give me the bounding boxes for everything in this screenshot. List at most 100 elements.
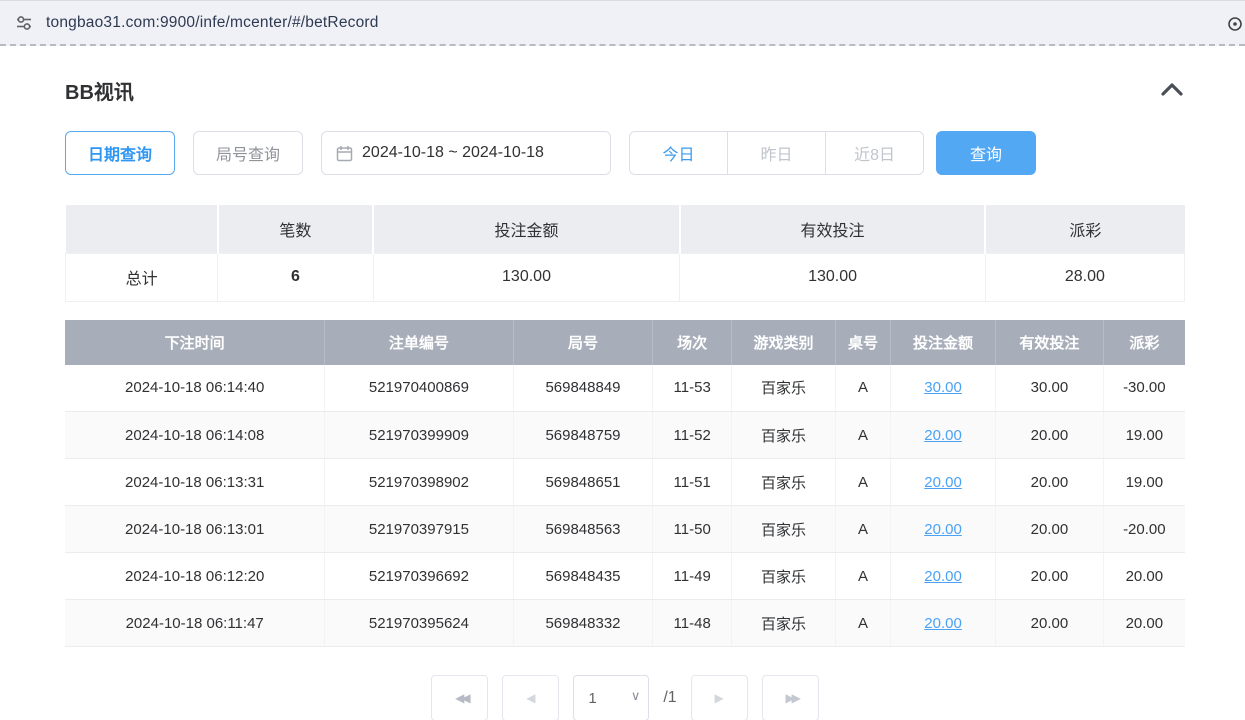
table-row: 2024-10-18 06:13:31 521970398902 5698486… — [65, 459, 1185, 506]
summary-header-count: 笔数 — [218, 205, 374, 253]
cell-payout: -20.00 — [1103, 506, 1185, 553]
col-header-valid-bet: 有效投注 — [996, 320, 1104, 365]
cell-table-no: A — [836, 412, 891, 459]
site-settings-icon[interactable] — [14, 13, 34, 33]
round-query-tab[interactable]: 局号查询 — [193, 131, 303, 175]
calendar-icon — [336, 145, 353, 162]
yesterday-button[interactable]: 昨日 — [727, 131, 826, 175]
date-query-tab[interactable]: 日期查询 — [65, 131, 175, 175]
last-page-button[interactable]: ▶▶ — [762, 675, 819, 720]
total-pages-label: /1 — [663, 689, 676, 707]
cell-game-type: 百家乐 — [731, 506, 835, 553]
page-select[interactable]: 1 — [573, 675, 649, 720]
table-row: 2024-10-18 06:12:20 521970396692 5698484… — [65, 553, 1185, 600]
right-arrow-icon: ▶ — [715, 691, 724, 705]
summary-header-payout: 派彩 — [985, 205, 1184, 253]
cell-session: 11-49 — [653, 553, 731, 600]
collapse-panel-button[interactable] — [1159, 80, 1185, 101]
search-button[interactable]: 查询 — [936, 131, 1036, 175]
bet-amount-link[interactable]: 20.00 — [924, 615, 962, 632]
col-header-bet-time: 下注时间 — [65, 320, 325, 365]
cell-round-no: 569848435 — [513, 553, 653, 600]
cell-round-no: 569848759 — [513, 412, 653, 459]
bet-amount-link[interactable]: 20.00 — [924, 474, 962, 491]
table-row: 2024-10-18 06:13:01 521970397915 5698485… — [65, 506, 1185, 553]
cell-round-no: 569848332 — [513, 600, 653, 647]
pagination: ◀◀ ◀ 1 ∨ /1 ▶ ▶▶ — [65, 675, 1185, 720]
cell-session: 11-53 — [653, 365, 731, 412]
cell-round-no: 569848849 — [513, 365, 653, 412]
bet-amount-link[interactable]: 20.00 — [924, 521, 962, 538]
cell-valid-bet: 30.00 — [996, 365, 1104, 412]
cell-session: 11-51 — [653, 459, 731, 506]
cell-payout: -30.00 — [1103, 365, 1185, 412]
double-right-arrow-icon: ▶▶ — [785, 691, 797, 705]
cell-bet-time: 2024-10-18 06:11:47 — [65, 600, 325, 647]
table-row: 2024-10-18 06:14:40 521970400869 5698488… — [65, 365, 1185, 412]
summary-header-valid-bet: 有效投注 — [680, 205, 985, 253]
cell-order-no: 521970398902 — [325, 459, 513, 506]
cell-session: 11-48 — [653, 600, 731, 647]
filter-bar: 日期查询 局号查询 2024-10-18 ~ 2024-10-18 今日 昨日 … — [65, 131, 1185, 175]
cell-order-no: 521970400869 — [325, 365, 513, 412]
cell-order-no: 521970399909 — [325, 412, 513, 459]
summary-bet-amount: 130.00 — [373, 253, 680, 301]
cell-order-no: 521970396692 — [325, 553, 513, 600]
col-header-payout: 派彩 — [1103, 320, 1185, 365]
cell-game-type: 百家乐 — [731, 459, 835, 506]
bet-record-panel: BB视讯 日期查询 局号查询 2024-10-18 ~ 2024-10-18 今… — [0, 76, 1245, 720]
cell-game-type: 百家乐 — [731, 553, 835, 600]
today-button[interactable]: 今日 — [629, 131, 728, 175]
cell-session: 11-50 — [653, 506, 731, 553]
cell-valid-bet: 20.00 — [996, 412, 1104, 459]
cell-bet-time: 2024-10-18 06:13:31 — [65, 459, 325, 506]
cell-order-no: 521970395624 — [325, 600, 513, 647]
cell-table-no: A — [836, 506, 891, 553]
cell-valid-bet: 20.00 — [996, 506, 1104, 553]
cell-bet-time: 2024-10-18 06:14:08 — [65, 412, 325, 459]
date-range-input[interactable]: 2024-10-18 ~ 2024-10-18 — [321, 131, 611, 175]
cell-bet-time: 2024-10-18 06:14:40 — [65, 365, 325, 412]
cell-round-no: 569848563 — [513, 506, 653, 553]
bet-amount-link[interactable]: 20.00 — [924, 568, 962, 585]
cell-table-no: A — [836, 459, 891, 506]
summary-header-bet-amount: 投注金额 — [373, 205, 680, 253]
cell-payout: 19.00 — [1103, 412, 1185, 459]
summary-row: 总计 6 130.00 130.00 28.00 — [66, 253, 1185, 301]
browser-address-bar: tongbao31.com:9900/infe/mcenter/#/betRec… — [0, 0, 1245, 46]
summary-total-label: 总计 — [66, 253, 218, 301]
cell-table-no: A — [836, 553, 891, 600]
summary-count: 6 — [218, 253, 374, 301]
col-header-session: 场次 — [653, 320, 731, 365]
table-row: 2024-10-18 06:11:47 521970395624 5698483… — [65, 600, 1185, 647]
cell-table-no: A — [836, 600, 891, 647]
url-text[interactable]: tongbao31.com:9900/infe/mcenter/#/betRec… — [46, 14, 379, 32]
chevron-up-icon — [1161, 82, 1183, 96]
col-header-game-type: 游戏类别 — [731, 320, 835, 365]
bet-amount-link[interactable]: 30.00 — [924, 379, 962, 396]
cell-table-no: A — [836, 365, 891, 412]
cell-payout: 20.00 — [1103, 553, 1185, 600]
bet-records-table: 下注时间 注单编号 局号 场次 游戏类别 桌号 投注金额 有效投注 派彩 202… — [65, 320, 1185, 648]
next-page-button[interactable]: ▶ — [691, 675, 748, 720]
bet-amount-link[interactable]: 20.00 — [924, 427, 962, 444]
cell-game-type: 百家乐 — [731, 365, 835, 412]
quick-date-group: 今日 昨日 近8日 — [629, 131, 924, 175]
left-arrow-icon: ◀ — [526, 691, 535, 705]
cell-payout: 19.00 — [1103, 459, 1185, 506]
browser-action-icon[interactable] — [1227, 16, 1243, 32]
cell-order-no: 521970397915 — [325, 506, 513, 553]
cell-game-type: 百家乐 — [731, 600, 835, 647]
col-header-order-no: 注单编号 — [325, 320, 513, 365]
col-header-bet-amount: 投注金额 — [890, 320, 995, 365]
first-page-button[interactable]: ◀◀ — [431, 675, 488, 720]
prev-page-button[interactable]: ◀ — [502, 675, 559, 720]
last-8-days-button[interactable]: 近8日 — [825, 131, 924, 175]
cell-valid-bet: 20.00 — [996, 553, 1104, 600]
col-header-round-no: 局号 — [513, 320, 653, 365]
summary-valid-bet: 130.00 — [680, 253, 985, 301]
summary-header-empty — [66, 205, 218, 253]
cell-round-no: 569848651 — [513, 459, 653, 506]
table-row: 2024-10-18 06:14:08 521970399909 5698487… — [65, 412, 1185, 459]
cell-bet-time: 2024-10-18 06:12:20 — [65, 553, 325, 600]
